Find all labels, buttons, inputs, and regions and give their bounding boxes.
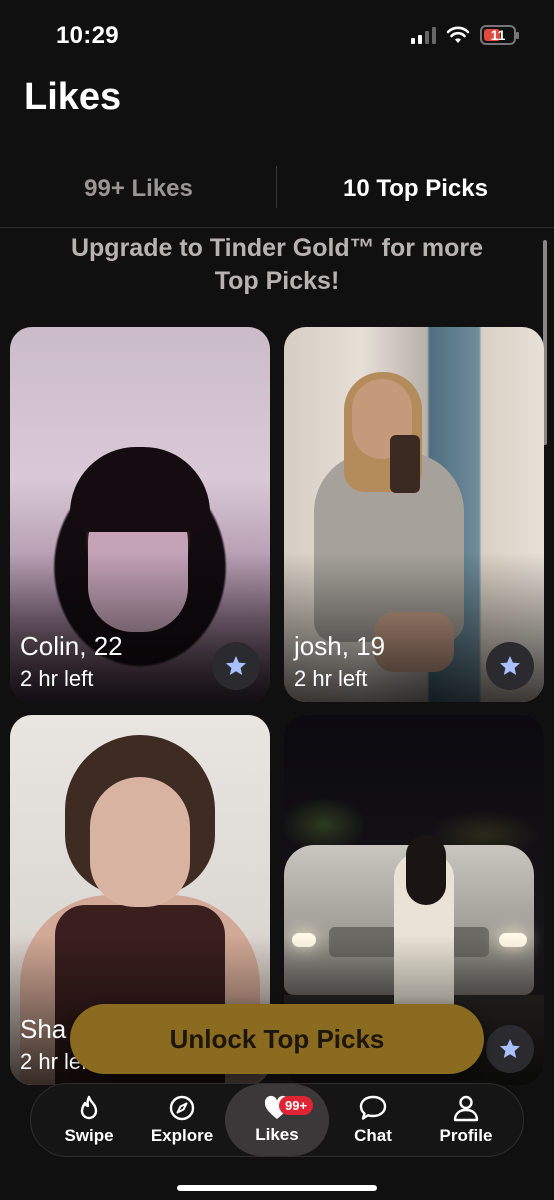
nav-profile[interactable]: Profile: [416, 1084, 516, 1156]
battery-level: 11: [490, 27, 506, 43]
top-pick-card[interactable]: josh, 19 2 hr left: [284, 327, 544, 702]
tab-top-picks[interactable]: 10 Top Picks: [277, 150, 554, 227]
tabs: 99+ Likes 10 Top Picks: [0, 150, 554, 228]
star-icon: [500, 1039, 520, 1058]
status-icons: 11: [411, 25, 519, 45]
card-name: Sha: [20, 1014, 67, 1044]
chat-bubble-icon: [359, 1095, 387, 1120]
cellular-signal-icon: [411, 26, 436, 44]
compass-icon: [169, 1095, 195, 1121]
wifi-icon: [446, 26, 470, 43]
bottom-nav: Swipe Explore Likes 99+ Chat Profile: [30, 1083, 524, 1157]
likes-count-badge: 99+: [279, 1096, 314, 1115]
person-icon: [453, 1095, 479, 1122]
status-bar: 10:29 11: [0, 0, 554, 70]
battery-icon: 11: [480, 25, 519, 45]
super-like-button[interactable]: [486, 1025, 534, 1073]
home-indicator[interactable]: [177, 1185, 377, 1191]
card-time-left: 2 hr left: [20, 666, 94, 691]
page-title: Likes: [24, 76, 122, 118]
star-icon: [500, 656, 520, 675]
nav-swipe[interactable]: Swipe: [39, 1084, 139, 1156]
nav-chat[interactable]: Chat: [323, 1084, 423, 1156]
super-like-button[interactable]: [486, 642, 534, 690]
nav-label: Explore: [150, 1126, 214, 1145]
nav-explore[interactable]: Explore: [132, 1084, 232, 1156]
card-name: josh, 19: [294, 631, 386, 661]
tab-divider: [276, 166, 277, 208]
nav-label: Swipe: [64, 1126, 114, 1145]
nav-label: Profile: [439, 1126, 493, 1145]
nav-label: Chat: [354, 1126, 392, 1145]
super-like-button[interactable]: [212, 642, 260, 690]
upgrade-message: Upgrade to Tinder Gold™ for more Top Pic…: [70, 234, 484, 295]
card-name: Colin, 22: [20, 631, 123, 661]
nav-label: Likes: [255, 1125, 299, 1144]
flame-icon: [80, 1095, 98, 1120]
star-icon: [226, 656, 246, 675]
card-time-left: 2 hr left: [294, 666, 368, 691]
unlock-top-picks-button[interactable]: Unlock Top Picks: [70, 1004, 484, 1074]
nav-likes[interactable]: Likes 99+: [225, 1084, 329, 1156]
status-time: 10:29: [56, 22, 119, 49]
top-pick-card[interactable]: Colin, 22 2 hr left: [10, 327, 270, 702]
tab-likes[interactable]: 99+ Likes: [0, 150, 277, 227]
